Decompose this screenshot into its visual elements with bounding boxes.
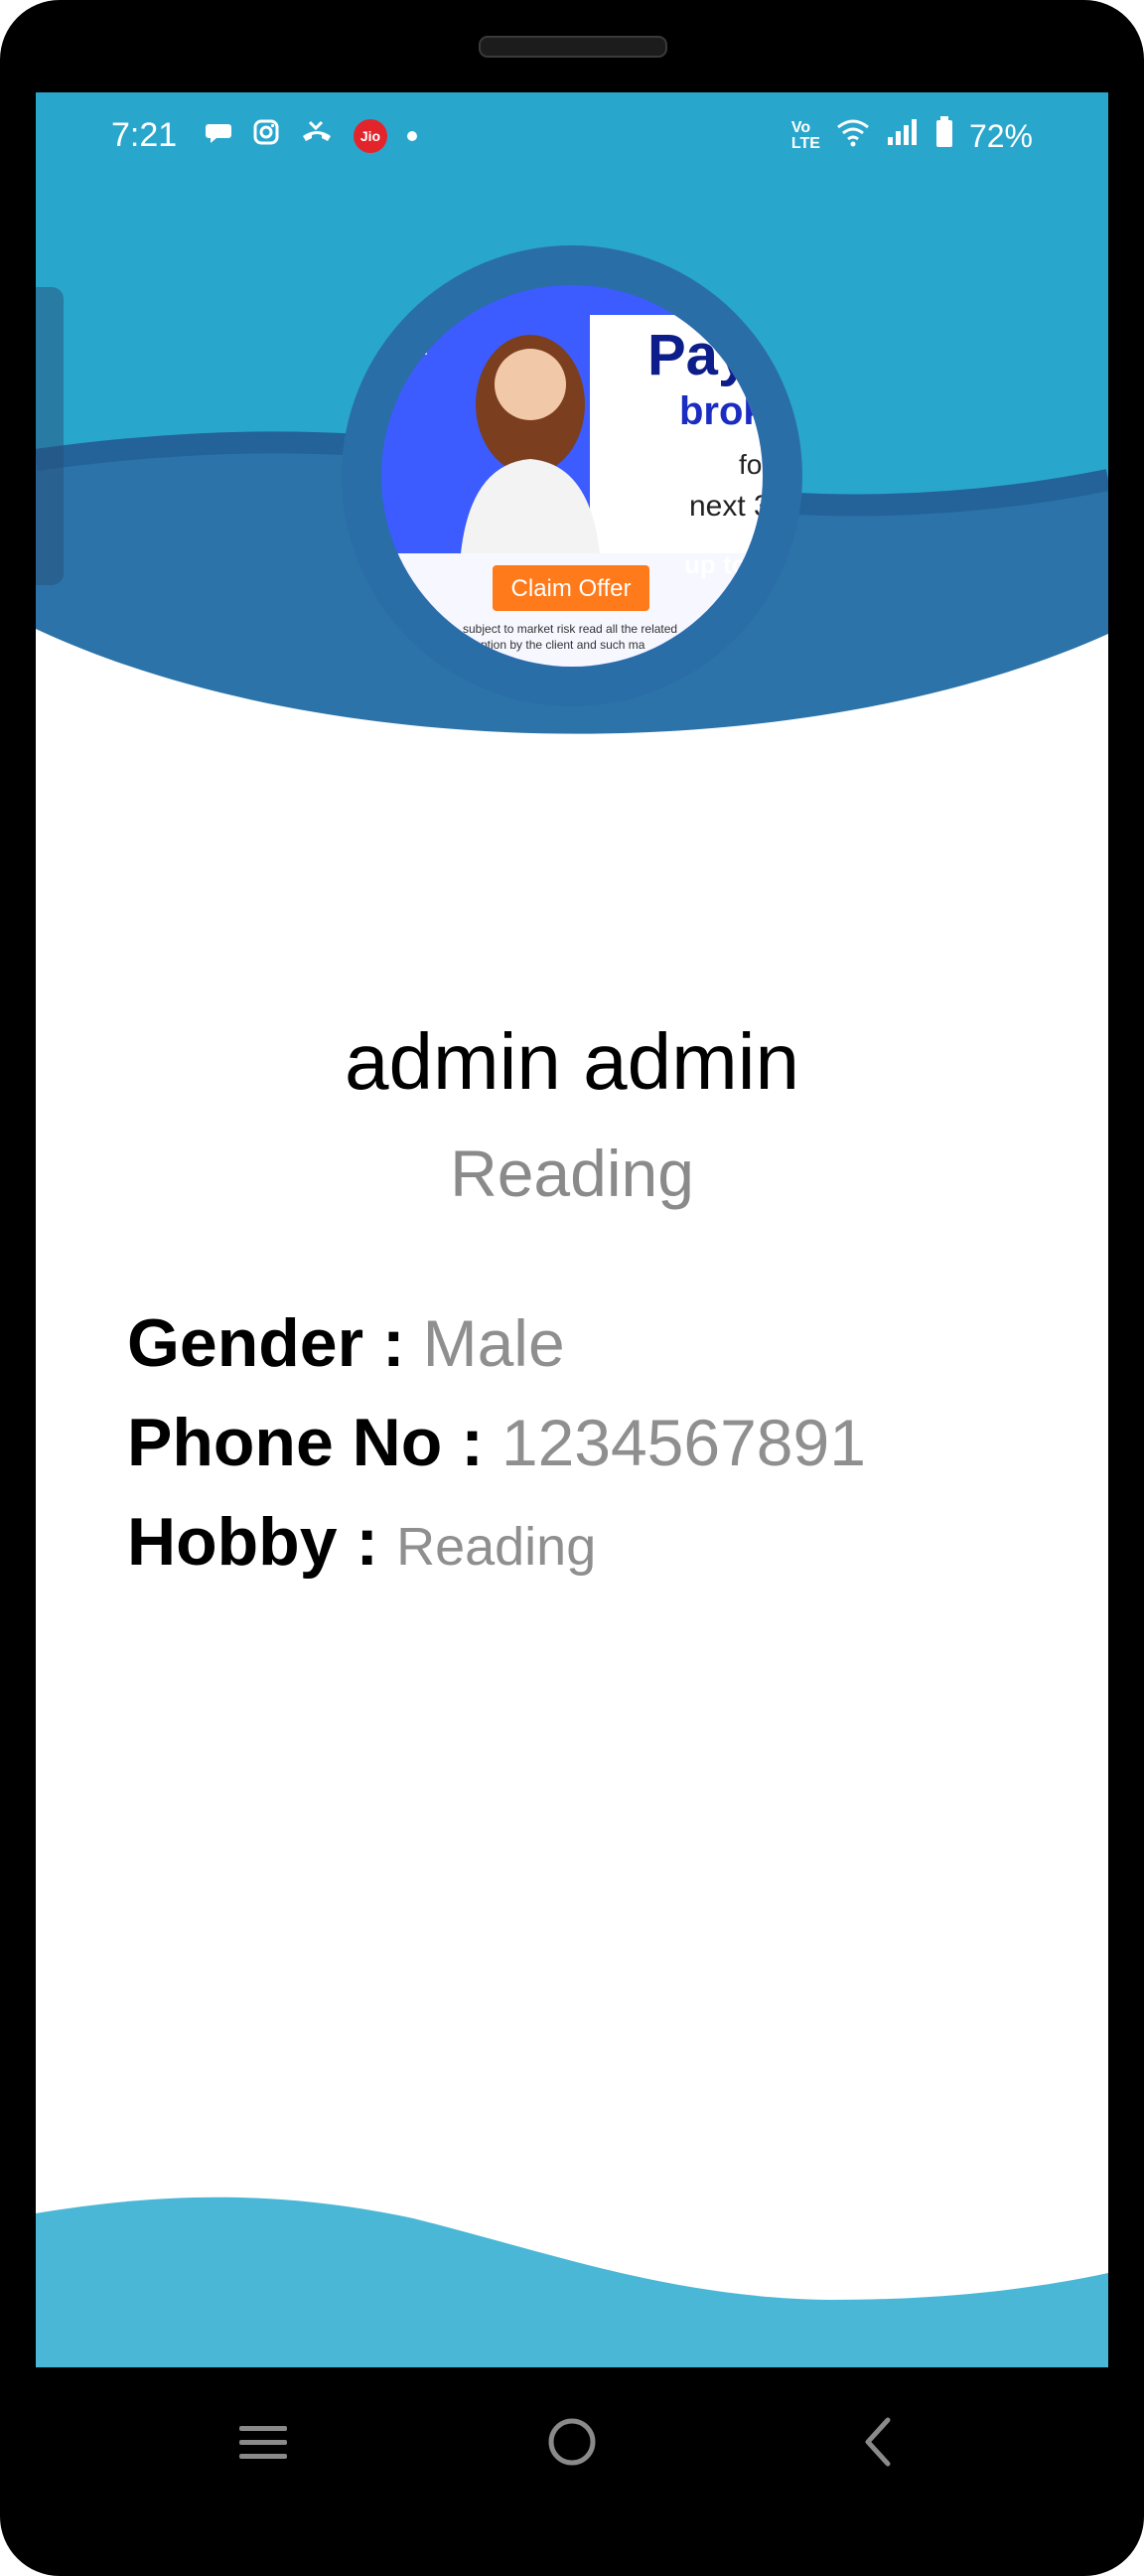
back-icon[interactable] [840,2402,920,2482]
detail-row-hobby: Hobby : Reading [127,1503,866,1602]
avatar-ring: on Pay brok fo next 3 up to Claim Offer … [342,245,802,706]
menu-icon[interactable] [223,2402,303,2482]
ad-text-upto: up to [684,549,748,579]
screen: 7:21 Jio Vo LTE 72% on Pay brok fo next … [36,92,1108,2367]
ad-fineprint-1: subject to market risk read all the rela… [463,622,677,636]
ad-text-next: next 3 [689,490,763,523]
footer-wave [36,2197,1108,2367]
volte-icon: Vo LTE [790,119,820,152]
instagram-icon [252,118,280,154]
ad-claim-offer-button: Claim Offer [511,575,632,602]
hobby-label: Hobby : [127,1504,379,1580]
battery-icon [935,116,953,156]
ad-text-pay: Pay [647,323,750,387]
ad-text-fo: fo [739,449,762,480]
signal-icon [886,117,920,155]
detail-row-gender: Gender : Male [127,1304,866,1404]
message-icon [205,118,232,154]
jio-icon: Jio [354,119,387,153]
detail-row-phone: Phone No : 1234567891 [127,1404,866,1503]
phone-value: 1234567891 [500,1406,866,1479]
phone-label: Phone No : [127,1405,484,1480]
gender-value: Male [422,1306,565,1380]
status-time: 7:21 [111,116,178,154]
gender-label: Gender : [127,1305,405,1381]
profile-name: admin admin [344,1017,799,1106]
wifi-icon [836,117,870,155]
status-bar: 7:21 Jio Vo LTE 72% [36,92,1108,182]
hobby-value: Reading [396,1517,597,1577]
avatar-ad-image: on Pay brok fo next 3 up to Claim Offer … [381,285,763,667]
avatar[interactable]: on Pay brok fo next 3 up to Claim Offer … [381,285,763,667]
side-drawer-handle[interactable] [36,287,64,585]
ad-fineprint-2: mption by the client and such ma [471,638,645,652]
ad-text-brok: brok [679,389,763,433]
speaker-grille [479,36,667,58]
battery-percent: 72% [968,117,1033,154]
profile-subtitle: Reading [450,1136,694,1210]
home-icon[interactable] [532,2402,612,2482]
missed-call-icon [300,118,334,154]
profile-details: Gender : Male Phone No : 1234567891 Hobb… [127,1304,866,1602]
system-nav-bar [0,2367,1144,2516]
phone-frame: 7:21 Jio Vo LTE 72% on Pay brok fo next … [0,0,1144,2576]
notification-dot-icon [407,131,417,141]
